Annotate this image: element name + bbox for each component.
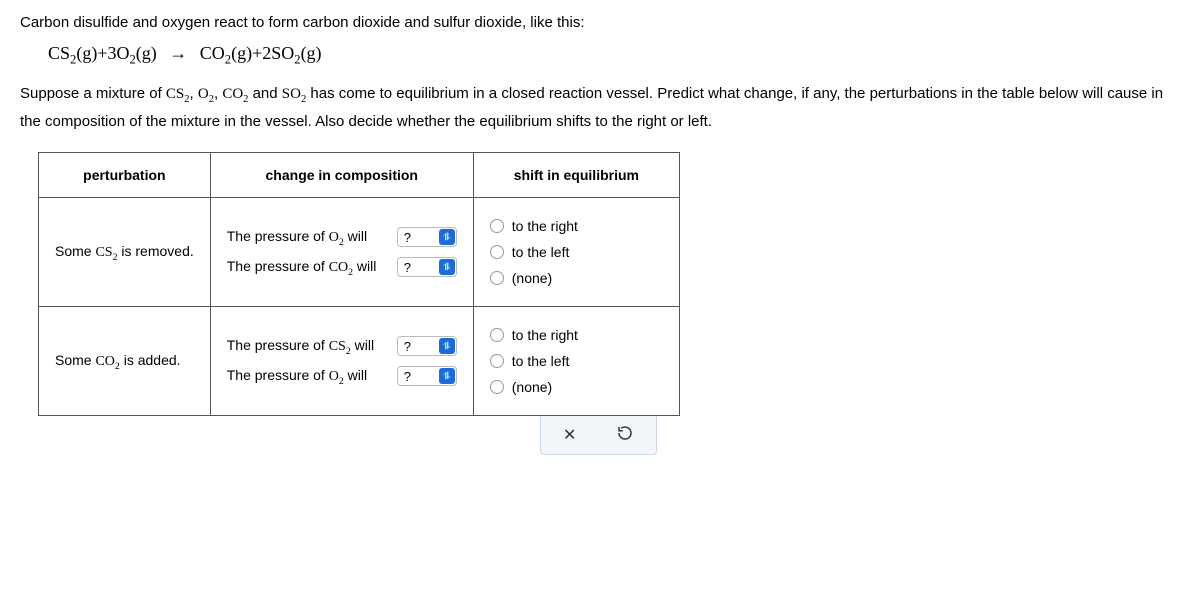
select-value: ? xyxy=(404,369,411,384)
composition-select[interactable]: ? ⥮ xyxy=(397,257,457,277)
radio-icon xyxy=(490,354,504,368)
composition-label: The pressure of CO2 will xyxy=(227,258,387,278)
perturbation-table: perturbation change in composition shift… xyxy=(38,152,680,416)
table-row: Some CO2 is added. The pressure of CS2 w… xyxy=(39,307,680,416)
chemical-equation: CS2(g)+3O2(g) → CO2(g)+2SO2(g) xyxy=(48,43,1180,68)
radio-icon xyxy=(490,245,504,259)
reset-icon[interactable] xyxy=(616,424,634,446)
composition-label: The pressure of O2 will xyxy=(227,228,387,248)
radio-option-left[interactable]: to the left xyxy=(490,244,663,260)
radio-option-right[interactable]: to the right xyxy=(490,218,663,234)
radio-option-right[interactable]: to the right xyxy=(490,327,663,343)
radio-icon xyxy=(490,380,504,394)
composition-select[interactable]: ? ⥮ xyxy=(397,227,457,247)
select-value: ? xyxy=(404,339,411,354)
header-change: change in composition xyxy=(210,153,473,198)
shift-cell: to the right to the left (none) xyxy=(473,307,679,416)
close-icon[interactable]: ✕ xyxy=(563,425,576,445)
radio-option-none[interactable]: (none) xyxy=(490,379,663,395)
question-prompt: Suppose a mixture of CS2, O2, CO2 and SO… xyxy=(20,81,1180,134)
perturbation-cell: Some CS2 is removed. xyxy=(39,198,211,307)
header-shift: shift in equilibrium xyxy=(473,153,679,198)
chevron-updown-icon: ⥮ xyxy=(439,259,455,275)
composition-label: The pressure of O2 will xyxy=(227,367,387,387)
composition-label: The pressure of CS2 will xyxy=(227,337,387,357)
perturbation-cell: Some CO2 is added. xyxy=(39,307,211,416)
composition-select[interactable]: ? ⥮ xyxy=(397,336,457,356)
chevron-updown-icon: ⥮ xyxy=(439,368,455,384)
radio-option-left[interactable]: to the left xyxy=(490,353,663,369)
select-value: ? xyxy=(404,230,411,245)
action-bar: ✕ xyxy=(540,416,657,455)
chevron-updown-icon: ⥮ xyxy=(439,229,455,245)
header-perturbation: perturbation xyxy=(39,153,211,198)
composition-cell: The pressure of CS2 will ? ⥮ The pressur… xyxy=(210,307,473,416)
intro-text: Carbon disulfide and oxygen react to for… xyxy=(20,12,1180,35)
chevron-updown-icon: ⥮ xyxy=(439,338,455,354)
select-value: ? xyxy=(404,260,411,275)
shift-cell: to the right to the left (none) xyxy=(473,198,679,307)
radio-option-none[interactable]: (none) xyxy=(490,270,663,286)
composition-cell: The pressure of O2 will ? ⥮ The pressure… xyxy=(210,198,473,307)
radio-icon xyxy=(490,328,504,342)
radio-icon xyxy=(490,219,504,233)
table-row: Some CS2 is removed. The pressure of O2 … xyxy=(39,198,680,307)
radio-icon xyxy=(490,271,504,285)
composition-select[interactable]: ? ⥮ xyxy=(397,366,457,386)
